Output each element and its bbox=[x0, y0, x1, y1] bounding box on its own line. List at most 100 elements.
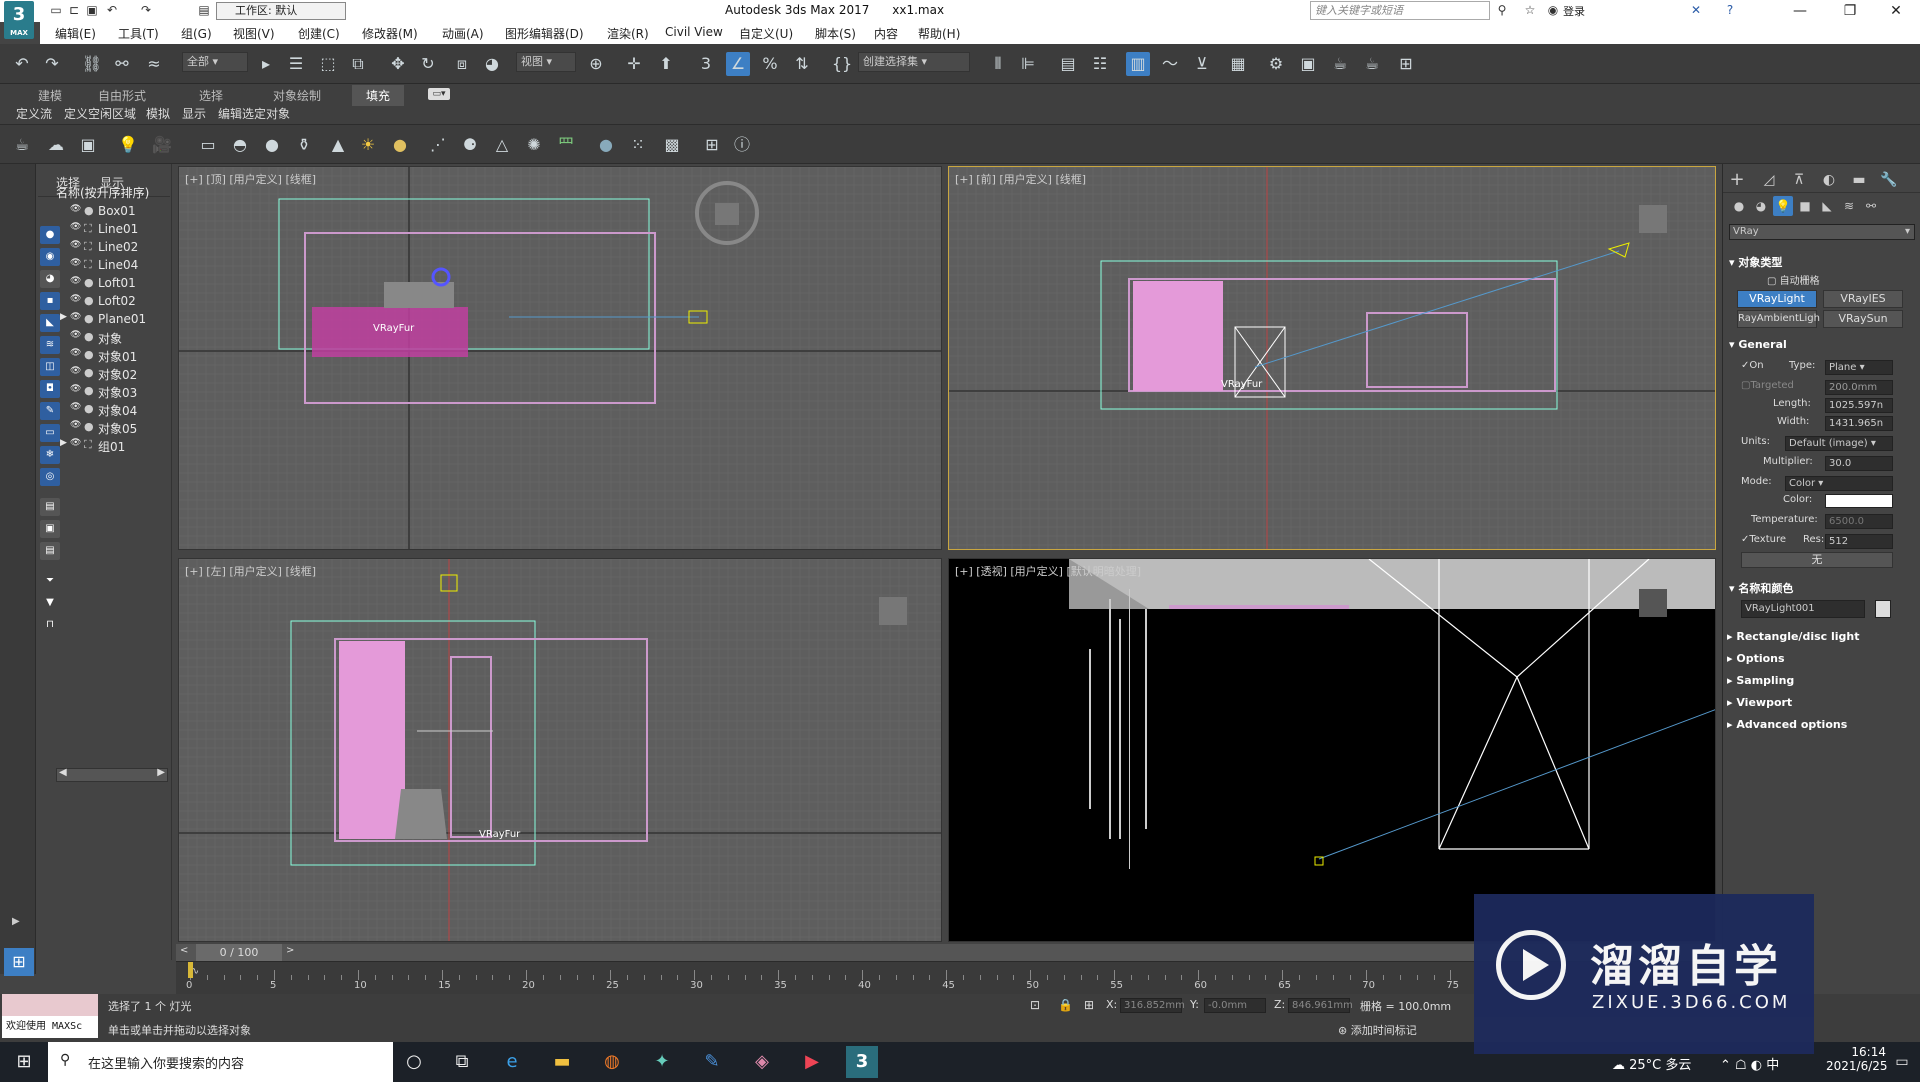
align-icon[interactable]: ⊫ bbox=[1016, 52, 1040, 76]
ribbon-tab-object-paint[interactable]: 对象绘制 bbox=[273, 87, 321, 104]
object-name[interactable]: Box01 bbox=[98, 204, 136, 218]
rollout-sampling[interactable]: ▸ Sampling bbox=[1727, 674, 1917, 692]
visibility-eye-icon[interactable]: 👁 bbox=[70, 240, 81, 250]
isolate-icon[interactable]: ⊡ bbox=[1030, 998, 1040, 1012]
teapot-icon[interactable]: ☕ bbox=[10, 133, 34, 157]
selection-filter-dropdown[interactable]: 全部 ▾ bbox=[182, 52, 248, 72]
star-icon[interactable]: ☆ bbox=[1522, 3, 1538, 17]
vray-clipper-icon[interactable]: △ bbox=[490, 133, 514, 157]
move-icon[interactable]: ✥ bbox=[386, 52, 410, 76]
geometry-icon[interactable]: ● bbox=[1729, 196, 1749, 216]
ribbon-tab-freeform[interactable]: 自由形式 bbox=[98, 87, 146, 104]
notification-icon[interactable]: ▭ bbox=[1886, 1046, 1918, 1078]
menu-group[interactable]: 组(G) bbox=[181, 25, 212, 42]
lock-icon[interactable]: ⊓ bbox=[40, 616, 60, 634]
select-manipulate-icon[interactable]: ✛ bbox=[622, 52, 646, 76]
visibility-eye-icon[interactable]: 👁 bbox=[70, 204, 81, 214]
viewport-top[interactable]: VRayFur [+] [顶] [用户定义] [线框] bbox=[178, 166, 942, 550]
menu-edit[interactable]: 编辑(E) bbox=[55, 25, 96, 42]
redo-icon[interactable]: ↷ bbox=[40, 52, 64, 76]
list-item[interactable]: 👁 ● Box01 bbox=[38, 202, 170, 220]
res-spinner[interactable]: 512 bbox=[1825, 534, 1893, 549]
texture-map-button[interactable]: 无 bbox=[1741, 552, 1893, 568]
vraylight-button[interactable]: VRayLight bbox=[1737, 290, 1817, 308]
display-geometry-icon[interactable]: ◉ bbox=[40, 248, 60, 266]
vray-sun-icon[interactable]: ☀ bbox=[356, 133, 380, 157]
windows-start-icon[interactable]: ⊞ bbox=[8, 1046, 40, 1078]
cortana-icon[interactable]: ○ bbox=[398, 1046, 430, 1078]
edit-named-selection-icon[interactable]: {} bbox=[830, 52, 854, 76]
help-icon[interactable]: ? bbox=[1722, 3, 1738, 17]
link-icon[interactable]: ⛓ bbox=[80, 52, 104, 76]
vrayies-button[interactable]: VRayIES bbox=[1823, 290, 1903, 308]
object-color-swatch[interactable] bbox=[1875, 600, 1891, 618]
next-frame-icon[interactable]: > bbox=[286, 945, 294, 956]
schematic-view-icon[interactable]: ⊻ bbox=[1190, 52, 1214, 76]
utilities-tab-icon[interactable]: 🔧 bbox=[1879, 170, 1899, 190]
ribbon-display[interactable]: 显示 bbox=[182, 105, 206, 122]
viewport-label-front[interactable]: [+] [前] [用户定义] [线框] bbox=[955, 171, 1086, 187]
targeted-checkbox[interactable]: ▢Targeted bbox=[1741, 380, 1794, 391]
viewport-left[interactable]: VRayFur [+] [左] [用户定义] [线框] bbox=[178, 558, 942, 942]
object-name[interactable]: Line02 bbox=[98, 240, 138, 254]
menu-customize[interactable]: 自定义(U) bbox=[739, 25, 793, 42]
object-name[interactable]: Line01 bbox=[98, 222, 138, 236]
z-coordinate-field[interactable]: 846.961mm bbox=[1288, 998, 1353, 1013]
exchange-icon[interactable]: ✕ bbox=[1688, 3, 1704, 17]
texture-checkbox[interactable]: ✓Texture bbox=[1741, 534, 1786, 545]
maxscript-listener-pink[interactable] bbox=[2, 994, 98, 1016]
ribbon-define-flows[interactable]: 定义流 bbox=[16, 105, 52, 122]
ribbon-tab-selection[interactable]: 选择 bbox=[199, 87, 223, 104]
visibility-eye-icon[interactable]: 👁 bbox=[70, 276, 81, 286]
y-coordinate-field[interactable]: -0.0mm bbox=[1204, 998, 1266, 1013]
lights-icon[interactable]: 💡 bbox=[1773, 196, 1793, 216]
ime-indicator[interactable]: 中 bbox=[1766, 1058, 1779, 1073]
on-checkbox[interactable]: ✓On bbox=[1741, 360, 1764, 371]
close-button[interactable]: ✕ bbox=[1876, 0, 1916, 22]
display-frozen-icon[interactable]: ◎ bbox=[40, 468, 60, 486]
systems-icon[interactable]: ⚯ bbox=[1861, 196, 1881, 216]
vray-material-icon[interactable]: ● bbox=[594, 133, 618, 157]
width-spinner[interactable]: 1431.965n bbox=[1825, 416, 1893, 431]
vray-palette-icon[interactable]: ⁙ bbox=[626, 133, 650, 157]
taskbar-search[interactable]: ⚲ 在这里输入你要搜索的内容 bbox=[48, 1042, 393, 1082]
renderer-category-dropdown[interactable]: VRay ▾ bbox=[1729, 224, 1915, 240]
display-lights-icon[interactable]: ▪ bbox=[40, 292, 60, 310]
menu-help[interactable]: 帮助(H) bbox=[918, 25, 960, 42]
mirror-icon[interactable]: ⫴ bbox=[986, 52, 1010, 76]
viewport-canvas[interactable]: VRayFur bbox=[949, 167, 1716, 550]
window-crossing-icon[interactable]: ⧉ bbox=[346, 52, 370, 76]
reference-coord-dropdown[interactable]: 视图 ▾ bbox=[516, 52, 576, 72]
edge-icon[interactable]: e bbox=[496, 1046, 528, 1078]
display-groups-icon[interactable]: ◘ bbox=[40, 380, 60, 398]
object-name[interactable]: 对象 bbox=[98, 330, 122, 347]
selection-lock-icon[interactable]: 🔒 bbox=[1058, 998, 1073, 1012]
menu-scripting[interactable]: 脚本(S) bbox=[815, 25, 856, 42]
menu-modifiers[interactable]: 修改器(M) bbox=[362, 25, 418, 42]
menu-animation[interactable]: 动画(A) bbox=[442, 25, 484, 42]
auto-grid-checkbox[interactable]: ▢ 自动栅格 bbox=[1767, 272, 1820, 287]
bind-space-warp-icon[interactable]: ≈ bbox=[142, 52, 166, 76]
vray-proxy-icon[interactable]: ⚱ bbox=[292, 133, 316, 157]
viewport-label-left[interactable]: [+] [左] [用户定义] [线框] bbox=[185, 563, 316, 579]
object-name[interactable]: Loft01 bbox=[98, 276, 136, 290]
horizontal-scrollbar[interactable]: ◀ ▶ bbox=[56, 767, 168, 782]
undo-icon[interactable]: ↶ bbox=[10, 52, 34, 76]
scroll-right-icon[interactable]: ▶ bbox=[157, 767, 165, 778]
tray-icons[interactable]: ⌃ ☖ ◐ 中 bbox=[1720, 1054, 1779, 1073]
display-cameras-icon[interactable]: ◣ bbox=[40, 314, 60, 332]
percent-snap-icon[interactable]: % bbox=[758, 52, 782, 76]
vray-ball-icon[interactable]: ● bbox=[388, 133, 412, 157]
snaps-toggle-icon[interactable]: 3 bbox=[694, 52, 718, 76]
object-name[interactable]: Plane01 bbox=[98, 312, 146, 326]
angle-snap-icon[interactable]: ∠ bbox=[726, 52, 750, 76]
rotate-icon[interactable]: ↻ bbox=[416, 52, 440, 76]
visibility-eye-icon[interactable]: 👁 bbox=[70, 348, 81, 358]
visibility-eye-icon[interactable]: 👁 bbox=[70, 438, 81, 448]
shapes-icon[interactable]: ◕ bbox=[1751, 196, 1771, 216]
vray-help-icon[interactable]: ⓘ bbox=[730, 133, 754, 157]
ribbon-edit-selected[interactable]: 编辑选定对象 bbox=[218, 105, 290, 122]
rollout-viewport[interactable]: ▸ Viewport bbox=[1727, 696, 1917, 714]
display-tab-icon[interactable]: ▬ bbox=[1849, 170, 1869, 190]
ribbon-toggle-icon[interactable]: ▭▾ bbox=[428, 88, 450, 100]
